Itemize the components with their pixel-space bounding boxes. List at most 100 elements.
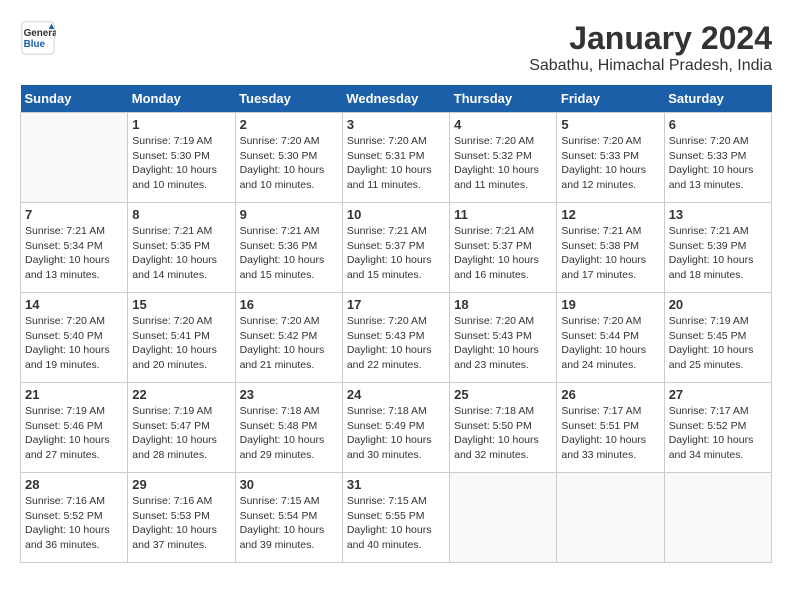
table-row: 12 Sunrise: 7:21 AMSunset: 5:38 PMDaylig…: [557, 203, 664, 293]
day-info: Sunrise: 7:15 AMSunset: 5:54 PMDaylight:…: [240, 494, 338, 553]
day-info: Sunrise: 7:20 AMSunset: 5:31 PMDaylight:…: [347, 134, 445, 193]
svg-text:General: General: [24, 28, 56, 39]
day-number: 29: [132, 477, 230, 492]
day-number: 24: [347, 387, 445, 402]
table-row: 20 Sunrise: 7:19 AMSunset: 5:45 PMDaylig…: [664, 293, 771, 383]
table-row: 19 Sunrise: 7:20 AMSunset: 5:44 PMDaylig…: [557, 293, 664, 383]
day-number: 27: [669, 387, 767, 402]
table-row: 29 Sunrise: 7:16 AMSunset: 5:53 PMDaylig…: [128, 473, 235, 563]
table-row: 6 Sunrise: 7:20 AMSunset: 5:33 PMDayligh…: [664, 113, 771, 203]
day-info: Sunrise: 7:20 AMSunset: 5:33 PMDaylight:…: [669, 134, 767, 193]
day-info: Sunrise: 7:19 AMSunset: 5:47 PMDaylight:…: [132, 404, 230, 463]
logo-icon: General Blue: [20, 20, 56, 56]
day-number: 6: [669, 117, 767, 132]
day-number: 21: [25, 387, 123, 402]
day-number: 28: [25, 477, 123, 492]
day-info: Sunrise: 7:21 AMSunset: 5:36 PMDaylight:…: [240, 224, 338, 283]
table-row: 14 Sunrise: 7:20 AMSunset: 5:40 PMDaylig…: [21, 293, 128, 383]
location-title: Sabathu, Himachal Pradesh, India: [529, 57, 772, 75]
day-info: Sunrise: 7:17 AMSunset: 5:52 PMDaylight:…: [669, 404, 767, 463]
day-number: 17: [347, 297, 445, 312]
table-row: 2 Sunrise: 7:20 AMSunset: 5:30 PMDayligh…: [235, 113, 342, 203]
day-number: 10: [347, 207, 445, 222]
day-number: 3: [347, 117, 445, 132]
table-row: 26 Sunrise: 7:17 AMSunset: 5:51 PMDaylig…: [557, 383, 664, 473]
day-info: Sunrise: 7:20 AMSunset: 5:33 PMDaylight:…: [561, 134, 659, 193]
day-number: 4: [454, 117, 552, 132]
table-row: 27 Sunrise: 7:17 AMSunset: 5:52 PMDaylig…: [664, 383, 771, 473]
day-info: Sunrise: 7:16 AMSunset: 5:52 PMDaylight:…: [25, 494, 123, 553]
table-row: 21 Sunrise: 7:19 AMSunset: 5:46 PMDaylig…: [21, 383, 128, 473]
day-info: Sunrise: 7:18 AMSunset: 5:49 PMDaylight:…: [347, 404, 445, 463]
day-number: 18: [454, 297, 552, 312]
day-number: 23: [240, 387, 338, 402]
day-info: Sunrise: 7:20 AMSunset: 5:41 PMDaylight:…: [132, 314, 230, 373]
day-number: 8: [132, 207, 230, 222]
col-sunday: Sunday: [21, 85, 128, 113]
day-info: Sunrise: 7:21 AMSunset: 5:37 PMDaylight:…: [347, 224, 445, 283]
col-friday: Friday: [557, 85, 664, 113]
table-row: [450, 473, 557, 563]
table-row: 18 Sunrise: 7:20 AMSunset: 5:43 PMDaylig…: [450, 293, 557, 383]
table-row: 15 Sunrise: 7:20 AMSunset: 5:41 PMDaylig…: [128, 293, 235, 383]
day-info: Sunrise: 7:20 AMSunset: 5:43 PMDaylight:…: [454, 314, 552, 373]
day-number: 1: [132, 117, 230, 132]
table-row: 17 Sunrise: 7:20 AMSunset: 5:43 PMDaylig…: [342, 293, 449, 383]
day-info: Sunrise: 7:20 AMSunset: 5:30 PMDaylight:…: [240, 134, 338, 193]
calendar-table: Sunday Monday Tuesday Wednesday Thursday…: [20, 85, 772, 563]
day-info: Sunrise: 7:20 AMSunset: 5:32 PMDaylight:…: [454, 134, 552, 193]
table-row: [664, 473, 771, 563]
table-row: 11 Sunrise: 7:21 AMSunset: 5:37 PMDaylig…: [450, 203, 557, 293]
day-info: Sunrise: 7:20 AMSunset: 5:40 PMDaylight:…: [25, 314, 123, 373]
table-row: 5 Sunrise: 7:20 AMSunset: 5:33 PMDayligh…: [557, 113, 664, 203]
table-row: 4 Sunrise: 7:20 AMSunset: 5:32 PMDayligh…: [450, 113, 557, 203]
table-row: 8 Sunrise: 7:21 AMSunset: 5:35 PMDayligh…: [128, 203, 235, 293]
table-row: 22 Sunrise: 7:19 AMSunset: 5:47 PMDaylig…: [128, 383, 235, 473]
day-number: 14: [25, 297, 123, 312]
month-title: January 2024: [529, 20, 772, 57]
day-info: Sunrise: 7:19 AMSunset: 5:45 PMDaylight:…: [669, 314, 767, 373]
calendar-week-row: 14 Sunrise: 7:20 AMSunset: 5:40 PMDaylig…: [21, 293, 772, 383]
table-row: 31 Sunrise: 7:15 AMSunset: 5:55 PMDaylig…: [342, 473, 449, 563]
table-row: 30 Sunrise: 7:15 AMSunset: 5:54 PMDaylig…: [235, 473, 342, 563]
day-info: Sunrise: 7:20 AMSunset: 5:44 PMDaylight:…: [561, 314, 659, 373]
table-row: 25 Sunrise: 7:18 AMSunset: 5:50 PMDaylig…: [450, 383, 557, 473]
table-row: 16 Sunrise: 7:20 AMSunset: 5:42 PMDaylig…: [235, 293, 342, 383]
table-row: 13 Sunrise: 7:21 AMSunset: 5:39 PMDaylig…: [664, 203, 771, 293]
day-number: 16: [240, 297, 338, 312]
table-row: 10 Sunrise: 7:21 AMSunset: 5:37 PMDaylig…: [342, 203, 449, 293]
calendar-week-row: 7 Sunrise: 7:21 AMSunset: 5:34 PMDayligh…: [21, 203, 772, 293]
page-header: General Blue January 2024 Sabathu, Himac…: [20, 20, 772, 75]
day-info: Sunrise: 7:21 AMSunset: 5:35 PMDaylight:…: [132, 224, 230, 283]
day-number: 31: [347, 477, 445, 492]
day-number: 22: [132, 387, 230, 402]
calendar-week-row: 21 Sunrise: 7:19 AMSunset: 5:46 PMDaylig…: [21, 383, 772, 473]
calendar-week-row: 28 Sunrise: 7:16 AMSunset: 5:52 PMDaylig…: [21, 473, 772, 563]
day-info: Sunrise: 7:20 AMSunset: 5:42 PMDaylight:…: [240, 314, 338, 373]
calendar-week-row: 1 Sunrise: 7:19 AMSunset: 5:30 PMDayligh…: [21, 113, 772, 203]
table-row: 9 Sunrise: 7:21 AMSunset: 5:36 PMDayligh…: [235, 203, 342, 293]
day-info: Sunrise: 7:19 AMSunset: 5:46 PMDaylight:…: [25, 404, 123, 463]
day-number: 15: [132, 297, 230, 312]
day-info: Sunrise: 7:16 AMSunset: 5:53 PMDaylight:…: [132, 494, 230, 553]
day-info: Sunrise: 7:18 AMSunset: 5:50 PMDaylight:…: [454, 404, 552, 463]
col-saturday: Saturday: [664, 85, 771, 113]
day-number: 25: [454, 387, 552, 402]
table-row: 3 Sunrise: 7:20 AMSunset: 5:31 PMDayligh…: [342, 113, 449, 203]
table-row: 23 Sunrise: 7:18 AMSunset: 5:48 PMDaylig…: [235, 383, 342, 473]
table-row: [557, 473, 664, 563]
day-number: 7: [25, 207, 123, 222]
day-info: Sunrise: 7:20 AMSunset: 5:43 PMDaylight:…: [347, 314, 445, 373]
day-info: Sunrise: 7:21 AMSunset: 5:38 PMDaylight:…: [561, 224, 659, 283]
col-thursday: Thursday: [450, 85, 557, 113]
table-row: 28 Sunrise: 7:16 AMSunset: 5:52 PMDaylig…: [21, 473, 128, 563]
table-row: 24 Sunrise: 7:18 AMSunset: 5:49 PMDaylig…: [342, 383, 449, 473]
day-info: Sunrise: 7:17 AMSunset: 5:51 PMDaylight:…: [561, 404, 659, 463]
table-row: 1 Sunrise: 7:19 AMSunset: 5:30 PMDayligh…: [128, 113, 235, 203]
table-row: [21, 113, 128, 203]
day-number: 20: [669, 297, 767, 312]
col-tuesday: Tuesday: [235, 85, 342, 113]
day-number: 26: [561, 387, 659, 402]
day-info: Sunrise: 7:21 AMSunset: 5:37 PMDaylight:…: [454, 224, 552, 283]
day-number: 9: [240, 207, 338, 222]
